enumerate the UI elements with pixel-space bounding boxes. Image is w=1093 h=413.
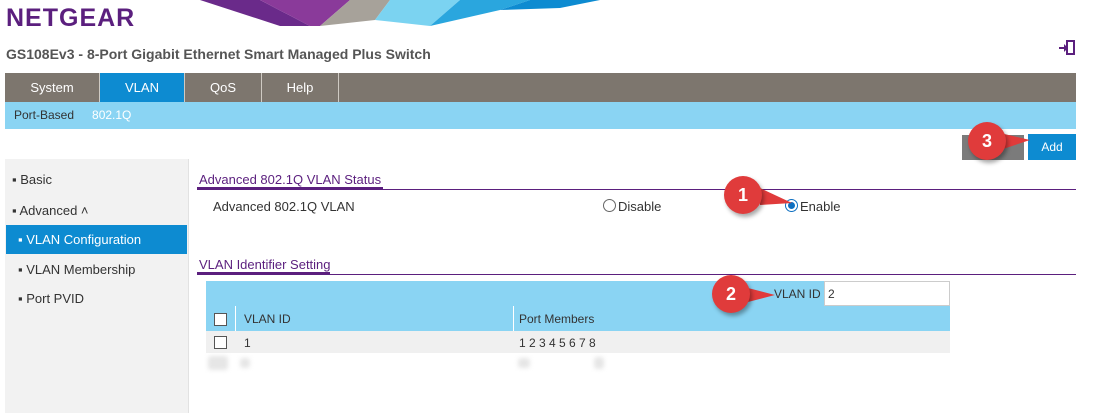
sidebar-item-vlan-membership[interactable]: ▪ VLAN Membership xyxy=(18,262,135,277)
subtab-port-based[interactable]: Port-Based xyxy=(5,102,83,129)
vlan-id-label: VLAN ID xyxy=(774,287,821,301)
status-section-title: Advanced 802.1Q VLAN Status xyxy=(199,172,382,187)
sidebar-item-advanced[interactable]: ▪ Advanced ˄ xyxy=(12,203,89,218)
blurred-row xyxy=(240,358,250,368)
subtab-802-1q[interactable]: 802.1Q xyxy=(83,102,140,129)
identifier-section-title: VLAN Identifier Setting xyxy=(199,257,331,272)
sidebar: ▪ Basic ▪ Advanced ˄ ▪ VLAN Configuratio… xyxy=(5,159,189,413)
row-checkbox[interactable] xyxy=(214,336,227,349)
section-divider xyxy=(197,189,1076,190)
callout-1: 1 xyxy=(724,176,762,214)
sidebar-item-port-pvid[interactable]: ▪ Port PVID xyxy=(18,291,84,306)
select-all-checkbox[interactable] xyxy=(214,313,227,326)
main-nav: System VLAN QoS Help xyxy=(5,73,1076,102)
disable-radio[interactable] xyxy=(603,199,616,212)
column-separator xyxy=(513,306,514,331)
column-header-port-members: Port Members xyxy=(519,312,595,326)
product-title: GS108Ev3 - 8-Port Gigabit Ethernet Smart… xyxy=(6,46,431,62)
app-window: NETGEAR GS108Ev3 - 8-Port Gigabit Ethern… xyxy=(0,0,1093,413)
row-port-members: 1 2 3 4 5 6 7 8 xyxy=(519,336,596,350)
blurred-row xyxy=(518,358,530,368)
enable-radio-label[interactable]: Enable xyxy=(800,199,840,214)
row-vlan-id: 1 xyxy=(244,336,251,350)
blurred-row xyxy=(594,357,604,369)
sub-nav: Port-Based 802.1Q xyxy=(5,102,1076,129)
tab-help[interactable]: Help xyxy=(262,73,339,102)
netgear-logo: NETGEAR xyxy=(6,4,136,32)
enable-radio[interactable] xyxy=(785,199,798,212)
callout-2: 2 xyxy=(712,275,750,313)
sidebar-item-vlan-configuration[interactable]: ▪ VLAN Configuration xyxy=(6,225,187,254)
tab-system[interactable]: System xyxy=(5,73,100,102)
column-header-vlan-id: VLAN ID xyxy=(244,312,291,326)
sidebar-item-basic[interactable]: ▪ Basic xyxy=(12,172,52,187)
column-separator xyxy=(235,306,236,331)
section-divider xyxy=(197,274,1076,275)
callout-3: 3 xyxy=(968,122,1006,160)
tab-qos[interactable]: QoS xyxy=(185,73,262,102)
tab-vlan[interactable]: VLAN xyxy=(100,73,185,102)
logout-icon[interactable] xyxy=(1058,39,1076,57)
vlan-id-input[interactable] xyxy=(824,281,950,306)
disable-radio-label[interactable]: Disable xyxy=(618,199,661,214)
vlan-status-label: Advanced 802.1Q VLAN xyxy=(213,199,355,214)
header-banner-graphic xyxy=(200,0,600,26)
add-button[interactable]: Add xyxy=(1028,134,1076,160)
blurred-row xyxy=(208,356,228,370)
